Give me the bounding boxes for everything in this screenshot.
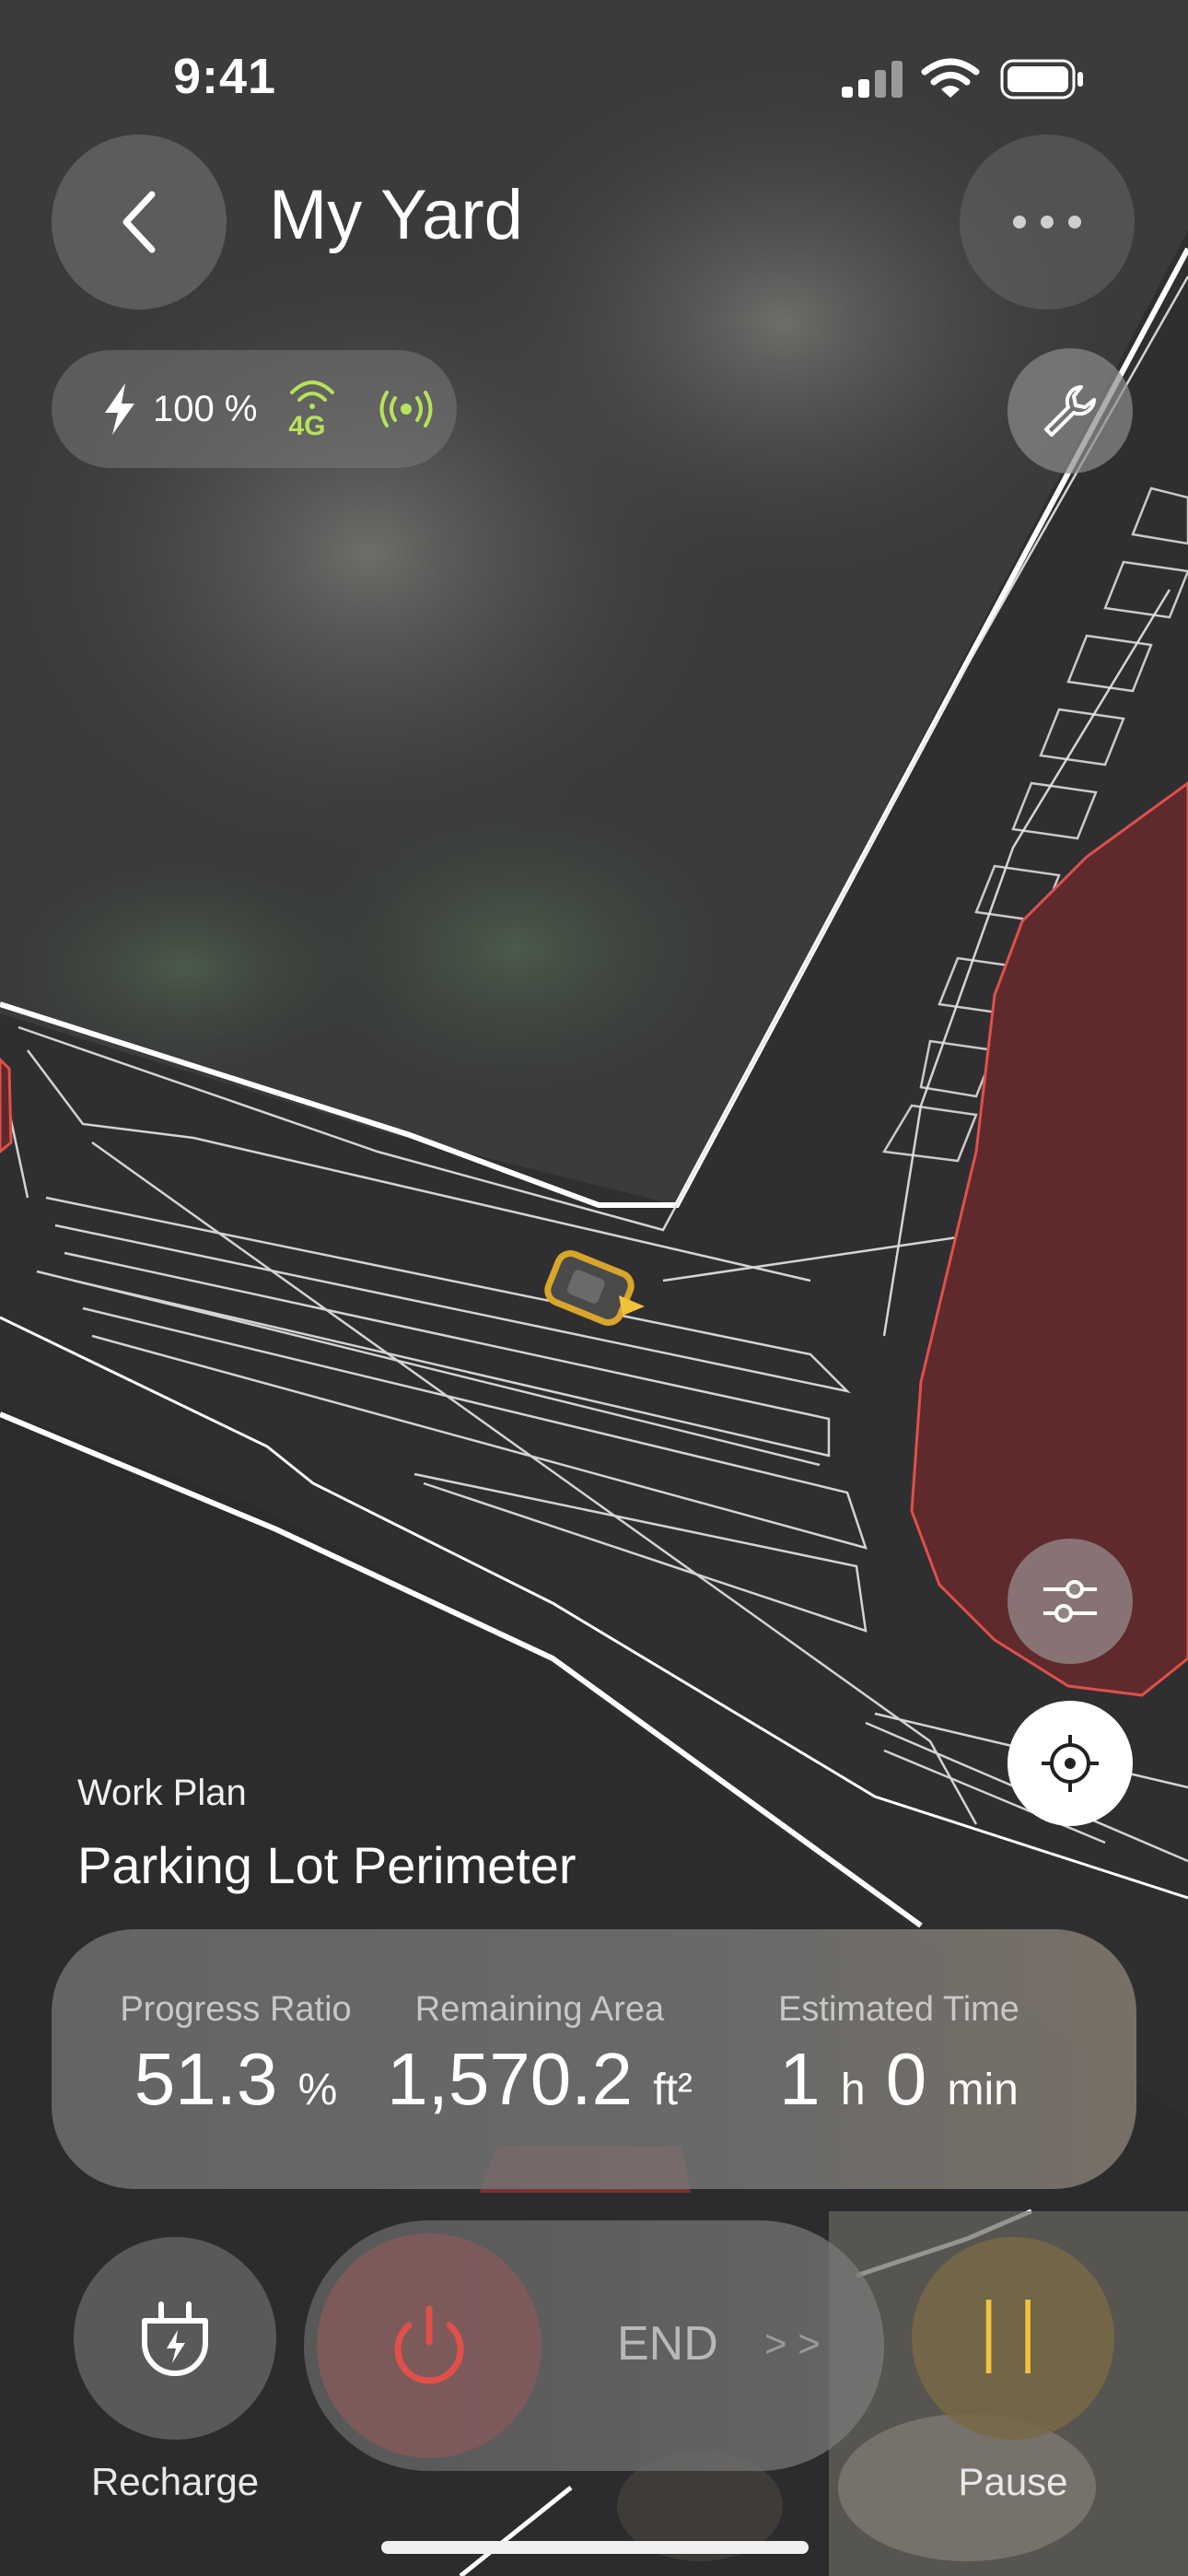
end-slider-chevrons: > > bbox=[764, 2322, 821, 2365]
work-plan-name: Parking Lot Perimeter bbox=[77, 1836, 577, 1894]
progress-number: 51.3 bbox=[134, 2038, 278, 2120]
end-slider-track[interactable]: END > > bbox=[304, 2220, 884, 2471]
progress-label: Progress Ratio bbox=[120, 1990, 352, 2029]
lightning-bolt-icon bbox=[105, 383, 134, 435]
estimated-hours: 1 bbox=[779, 2038, 821, 2120]
back-button[interactable] bbox=[52, 135, 227, 310]
progress-stat: Progress Ratio 51.3 % bbox=[98, 1929, 374, 2122]
estimated-time-stat: Estimated Time 1 h 0 min bbox=[742, 1929, 1055, 2122]
map-filter-button[interactable] bbox=[1007, 1539, 1133, 1664]
more-dots-icon bbox=[1013, 216, 1081, 228]
signal-arc-icon bbox=[290, 381, 335, 409]
battery-percentage: 100 % bbox=[153, 388, 258, 429]
wrench-icon bbox=[1044, 385, 1096, 437]
rtk-broadcast-icon bbox=[379, 391, 433, 427]
progress-unit: % bbox=[297, 2066, 338, 2114]
remaining-area-number: 1,570.2 bbox=[387, 2038, 634, 2120]
progress-value: 51.3 % bbox=[98, 2037, 374, 2122]
estimated-time-value: 1 h 0 min bbox=[742, 2037, 1055, 2122]
pause-button[interactable]: II bbox=[912, 2237, 1114, 2440]
charging-plug-icon bbox=[142, 2301, 208, 2376]
estimated-minutes: 0 bbox=[885, 2038, 927, 2120]
cellular-signal-icon bbox=[842, 61, 903, 98]
maintenance-button[interactable] bbox=[1007, 348, 1133, 474]
work-plan-label: Work Plan bbox=[77, 1773, 247, 1813]
end-slider-handle[interactable] bbox=[317, 2233, 542, 2458]
cellular-4g-indicator: 4G bbox=[286, 372, 338, 446]
end-slider-label: END bbox=[617, 2317, 718, 2371]
remaining-area-stat: Remaining Area 1,570.2 ft² bbox=[383, 1929, 696, 2122]
mowing-stats-card: Progress Ratio 51.3 % Remaining Area 1,5… bbox=[52, 1929, 1136, 2189]
recharge-label: Recharge bbox=[90, 2460, 260, 2503]
sliders-icon bbox=[1043, 1580, 1097, 1622]
network-type-label: 4G bbox=[288, 411, 326, 441]
pause-icon: II bbox=[973, 2279, 1053, 2397]
recharge-button[interactable] bbox=[74, 2237, 276, 2440]
wifi-icon bbox=[921, 58, 980, 98]
home-indicator bbox=[381, 2541, 809, 2554]
minutes-unit: min bbox=[947, 2066, 1019, 2114]
pause-label: Pause bbox=[958, 2460, 1068, 2503]
estimated-time-label: Estimated Time bbox=[778, 1990, 1019, 2029]
status-bar-time: 9:41 bbox=[173, 49, 277, 104]
remaining-area-label: Remaining Area bbox=[414, 1990, 665, 2029]
remaining-area-unit: ft² bbox=[653, 2066, 693, 2114]
hours-unit: h bbox=[840, 2066, 866, 2114]
crosshair-icon bbox=[1042, 1735, 1099, 1792]
remaining-area-value: 1,570.2 ft² bbox=[383, 2037, 696, 2122]
chevron-left-icon bbox=[122, 191, 156, 253]
app-screen: 9:41 My Yard 100 % 4G Work Plan Parking … bbox=[0, 0, 1188, 2576]
recenter-location-button[interactable] bbox=[1007, 1701, 1133, 1826]
device-status-pill: 100 % 4G bbox=[52, 350, 457, 468]
page-title: My Yard bbox=[269, 176, 523, 254]
battery-status-icon bbox=[1000, 59, 1083, 100]
power-icon bbox=[394, 2305, 464, 2384]
more-options-button[interactable] bbox=[960, 135, 1135, 310]
